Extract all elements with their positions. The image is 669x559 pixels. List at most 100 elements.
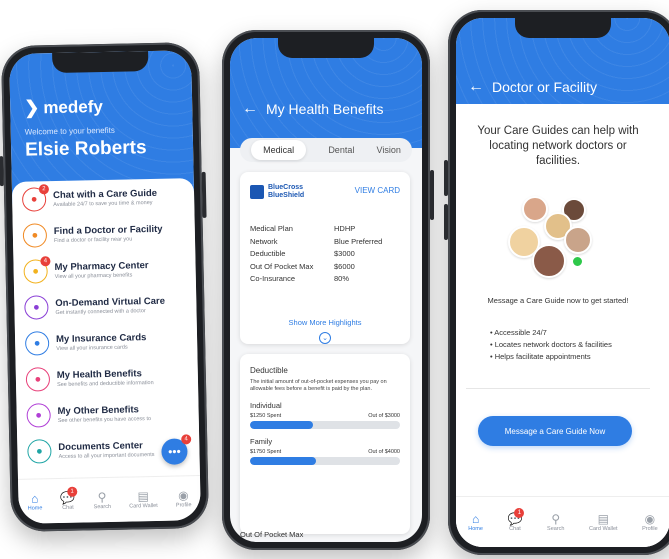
menu-item-subtitle: View all your pharmacy benefits [54, 272, 133, 281]
bottom-tab-bar: ⌂ Home 💬 Chat 1 ⚲ Search ▤ Card Wallet ◉ Profile [17, 475, 201, 524]
menu-item-subtitle: See other benefits you have access to [57, 416, 152, 425]
phone-health-benefits: ← My Health Benefits Medical Dental Visi… [222, 30, 434, 550]
plan-row-label: Co-Insurance [250, 274, 296, 283]
care-guide-headline: Your Care Guides can help with locating … [477, 125, 639, 167]
tab-label: Profile [175, 502, 192, 509]
plan-row-value: 80% [334, 274, 350, 283]
notification-badge: 4 [40, 256, 51, 267]
doctor-bag-icon: ● [22, 223, 48, 248]
tab-label: Search [547, 526, 565, 532]
phone-doctor-facility: ← Doctor or Facility Your Care Guides ca… [444, 10, 669, 555]
care-guide-photo [564, 226, 592, 254]
tab-card-wallet[interactable]: ▤ Card Wallet [589, 512, 618, 532]
welcome-text: Welcome to your benefits [24, 125, 115, 137]
tab-search[interactable]: ⚲ Search [93, 490, 112, 511]
page-title: My Health Benefits [266, 101, 384, 117]
menu-item[interactable]: ● 2 Chat with a Care Guide Available 24/7 t… [12, 178, 195, 218]
menu-item[interactable]: ● Find a Doctor or Facility Find a doctor … [13, 214, 196, 254]
phone-notch [278, 38, 374, 58]
stethoscope-icon: ● [24, 295, 49, 320]
home-icon: ⌂ [471, 512, 480, 526]
tab-search[interactable]: ⚲ Search [547, 512, 564, 532]
tab-label: Search [93, 503, 112, 511]
family-label: Family [250, 437, 273, 446]
oop-max-title: Out Of Pocket Max [240, 530, 304, 539]
plan-row-label: Out Of Pocket Max [250, 261, 314, 271]
tab-label: Chat [509, 526, 521, 532]
individual-max: Out of $3000 [368, 413, 400, 419]
tab-card-wallet[interactable]: ▤ Card Wallet [129, 489, 158, 509]
chevron-down-icon[interactable]: ⌄ [319, 332, 331, 344]
tab-label: Home [27, 505, 43, 512]
tab-medical[interactable]: Medical [251, 140, 307, 160]
tab-home[interactable]: ⌂ Home [468, 512, 483, 532]
individual-deductible: Individual $1250 Spent Out of $3000 [250, 401, 400, 429]
id-card-icon: ● [24, 331, 50, 356]
menu-item-title: My Health Benefits [56, 368, 142, 382]
volume-button [444, 160, 448, 196]
plan-row: Network Blue Preferred [250, 237, 400, 250]
notification-badge: 1 [514, 508, 525, 518]
care-guides-photo-cluster [508, 196, 592, 280]
menu-item-title: On-Demand Virtual Care [55, 295, 166, 310]
individual-spent: $1250 Spent [250, 413, 282, 419]
online-status-dot [572, 256, 583, 267]
medefy-chevron-icon: ❯ [24, 97, 40, 118]
menu-item[interactable]: ● 4 My Pharmacy Center View all your pharma… [13, 250, 196, 290]
family-deductible: Family $1750 Spent Out of $4000 [250, 437, 400, 465]
tab-label: Card Wallet [589, 526, 618, 532]
home-screen: ❯ medefy Welcome to your benefits Elsie R… [9, 50, 201, 524]
phone-home: ❯ medefy Welcome to your benefits Elsie R… [0, 41, 210, 533]
back-arrow-icon[interactable]: ← [468, 78, 484, 96]
search-icon: ⚲ [97, 490, 107, 505]
menu-item[interactable]: ● On-Demand Virtual Care Get instantly con… [14, 286, 197, 326]
show-more-link[interactable]: Show More Highlights [240, 318, 410, 327]
view-card-link[interactable]: VIEW CARD [355, 186, 400, 195]
tab-chat[interactable]: 💬 Chat 1 [508, 508, 525, 532]
power-button [430, 170, 434, 220]
family-progress-bar [250, 457, 400, 465]
profile-icon: ◉ [644, 512, 656, 526]
divider [466, 388, 650, 389]
plan-row-label: Medical Plan [250, 224, 293, 233]
menu-item-subtitle: View all your insurance cards [56, 344, 128, 353]
gift-icon: ● [26, 403, 51, 428]
pill-icon: ● 4 [23, 256, 51, 284]
menu-item-subtitle: Available 24/7 to save you time & money [53, 199, 153, 209]
page-title: Doctor or Facility [492, 79, 598, 95]
search-icon: ⚲ [551, 512, 561, 526]
tab-vision[interactable]: Vision [377, 145, 401, 155]
menu-item[interactable]: ● My Health Benefits See benefits and dedu… [16, 358, 199, 398]
menu-item-title: My Insurance Cards [55, 332, 147, 346]
heart-icon: ● [25, 367, 51, 392]
menu-item-title: Chat with a Care Guide [52, 187, 158, 202]
deductible-card: Deductible The initial amount of out-of-… [240, 354, 410, 534]
menu-item-title: My Other Benefits [57, 404, 139, 418]
care-guide-photo [522, 196, 548, 222]
tab-chat[interactable]: 💬 Chat 1 [60, 486, 78, 511]
doctor-title-row: ← Doctor or Facility [468, 78, 597, 96]
menu-item[interactable]: ● My Other Benefits See other benefits you… [16, 394, 199, 434]
care-guide-features: Accessible 24/7 Locates network doctors … [490, 328, 612, 364]
plan-row: Medical Plan HDHP [250, 224, 400, 237]
menu-item-title: Find a Doctor or Facility [53, 223, 163, 238]
family-max: Out of $4000 [368, 449, 400, 455]
tab-profile[interactable]: ◉ Profile [176, 488, 192, 508]
menu-item-subtitle: See benefits and deductible information [56, 380, 154, 389]
plan-row-label: Deductible [250, 249, 286, 258]
volume-button [444, 204, 448, 240]
notification-badge: 2 [38, 184, 50, 195]
message-care-guide-button[interactable]: Message a Care Guide Now [478, 416, 632, 446]
menu-item-title: My Pharmacy Center [54, 260, 149, 274]
user-name: Elsie Roberts [24, 137, 147, 161]
menu-item-subtitle: Access to all your important documents [58, 452, 155, 461]
tab-home[interactable]: ⌂ Home [27, 491, 43, 512]
wallet-icon: ▤ [137, 489, 150, 504]
individual-label: Individual [250, 401, 282, 410]
feature-item: Locates network doctors & facilities [490, 340, 612, 352]
tab-dental[interactable]: Dental [328, 145, 354, 155]
get-started-message: Message a Care Guide now to get started! [487, 296, 629, 305]
menu-item[interactable]: ● My Insurance Cards View all your insuran… [15, 322, 198, 362]
tab-profile[interactable]: ◉ Profile [642, 512, 658, 532]
back-arrow-icon[interactable]: ← [242, 100, 258, 118]
